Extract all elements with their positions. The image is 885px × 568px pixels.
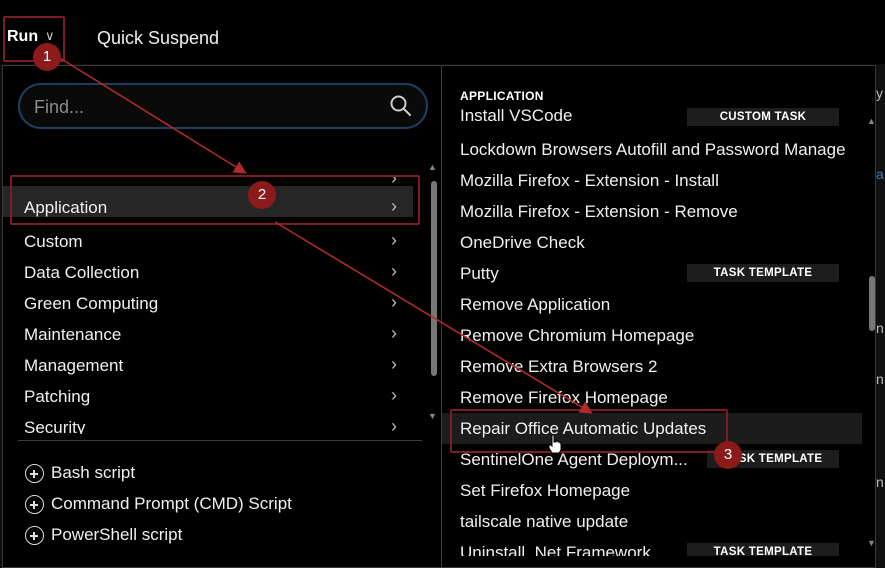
category-item-patching[interactable]: Patching › bbox=[3, 381, 413, 412]
category-item-management[interactable]: Management › bbox=[3, 350, 413, 381]
plus-circle-icon bbox=[25, 526, 44, 545]
hand-cursor-icon bbox=[548, 434, 562, 454]
background-text: y bbox=[876, 85, 883, 101]
task-label: Install VSCode bbox=[460, 106, 573, 125]
task-item[interactable]: Set Firefox Homepage bbox=[442, 475, 862, 506]
task-label: Remove Firefox Homepage bbox=[460, 388, 668, 407]
background-text: n bbox=[876, 320, 884, 336]
task-badge: CUSTOM TASK bbox=[687, 108, 839, 126]
annotation-marker: 1 bbox=[33, 43, 61, 71]
category-label: Custom bbox=[24, 232, 83, 251]
divider bbox=[18, 440, 422, 441]
run-dropdown-panel: › Application › Custom › Data Collection… bbox=[2, 65, 876, 568]
add-bash-script-button[interactable]: Bash script bbox=[25, 462, 425, 490]
category-label: Maintenance bbox=[24, 325, 122, 344]
background-text: a bbox=[876, 166, 884, 182]
add-cmd-script-button[interactable]: Command Prompt (CMD) Script bbox=[25, 493, 425, 521]
scroll-up-icon[interactable]: ▲ bbox=[428, 162, 437, 172]
task-label: Remove Extra Browsers 2 bbox=[460, 357, 658, 376]
chevron-down-icon: ∨ bbox=[45, 28, 55, 43]
search-icon[interactable] bbox=[388, 93, 414, 119]
annotation-marker: 3 bbox=[714, 441, 742, 469]
task-item[interactable]: Remove Application bbox=[442, 289, 862, 320]
task-label: tailscale native update bbox=[460, 512, 629, 531]
quick-suspend-button[interactable]: Quick Suspend bbox=[97, 28, 219, 49]
task-label: SentinelOne Agent Deploym... bbox=[460, 450, 688, 469]
run-button-label: Run bbox=[7, 28, 39, 45]
category-pane: › Application › Custom › Data Collection… bbox=[3, 66, 441, 567]
search-box[interactable] bbox=[18, 83, 428, 129]
chevron-right-icon: › bbox=[391, 292, 397, 312]
task-scrollbar-thumb[interactable] bbox=[869, 276, 875, 331]
task-item[interactable]: Remove Extra Browsers 2 bbox=[442, 351, 862, 382]
task-badge: TASK TEMPLATE bbox=[687, 543, 839, 556]
category-label: Management bbox=[24, 356, 124, 375]
background-text: n bbox=[876, 371, 884, 387]
task-label: Mozilla Firefox - Extension - Remove bbox=[460, 202, 738, 221]
chevron-right-icon: › bbox=[391, 230, 397, 250]
task-label: OneDrive Check bbox=[460, 233, 585, 252]
task-label: Mozilla Firefox - Extension - Install bbox=[460, 171, 719, 190]
category-item-maintenance[interactable]: Maintenance › bbox=[3, 319, 413, 350]
category-label: Security bbox=[24, 418, 86, 434]
task-label: Uninstall .Net Framework bbox=[460, 543, 651, 556]
task-list: Install VSCode CUSTOM TASK Lockdown Brow… bbox=[442, 106, 862, 556]
task-item[interactable]: tailscale native update bbox=[442, 506, 862, 537]
task-item[interactable]: Mozilla Firefox - Extension - Install bbox=[442, 165, 862, 196]
task-label: Lockdown Browsers Autofill and Password … bbox=[460, 140, 846, 159]
plus-circle-icon bbox=[25, 464, 44, 483]
category-label: Patching bbox=[24, 387, 91, 406]
task-label: Remove Application bbox=[460, 295, 611, 314]
task-item[interactable]: Mozilla Firefox - Extension - Remove bbox=[442, 196, 862, 227]
task-label: Set Firefox Homepage bbox=[460, 481, 631, 500]
task-badge: TASK TEMPLATE bbox=[687, 264, 839, 282]
chevron-right-icon: › bbox=[391, 323, 397, 343]
task-item[interactable]: Putty TASK TEMPLATE bbox=[442, 258, 862, 289]
chevron-right-icon: › bbox=[391, 354, 397, 374]
task-item[interactable]: OneDrive Check bbox=[442, 227, 862, 258]
task-item[interactable]: Lockdown Browsers Autofill and Password … bbox=[442, 134, 862, 165]
scroll-down-icon[interactable]: ▼ bbox=[428, 411, 437, 421]
annotation-highlight-category bbox=[10, 175, 420, 225]
chevron-right-icon: › bbox=[391, 261, 397, 281]
task-item[interactable]: Remove Chromium Homepage bbox=[442, 320, 862, 351]
annotation-highlight-task bbox=[450, 409, 728, 453]
task-item[interactable]: Uninstall .Net Framework TASK TEMPLATE bbox=[442, 537, 862, 556]
task-label: Remove Chromium Homepage bbox=[460, 326, 695, 345]
add-item-label: Command Prompt (CMD) Script bbox=[51, 494, 292, 513]
scroll-down-icon[interactable]: ▼ bbox=[867, 538, 875, 548]
background-text: n bbox=[876, 474, 884, 490]
chevron-right-icon: › bbox=[391, 416, 397, 434]
section-header: APPLICATION bbox=[460, 89, 544, 103]
category-item-data-collection[interactable]: Data Collection › bbox=[3, 257, 413, 288]
search-input[interactable] bbox=[34, 95, 374, 119]
add-item-label: Bash script bbox=[51, 463, 136, 482]
add-item-label: PowerShell script bbox=[51, 525, 183, 544]
add-powershell-script-button[interactable]: PowerShell script bbox=[25, 524, 425, 552]
category-label: Data Collection bbox=[24, 263, 140, 282]
scroll-up-icon[interactable]: ▲ bbox=[867, 116, 875, 126]
task-item[interactable]: Install VSCode CUSTOM TASK bbox=[442, 106, 862, 135]
category-item-green-computing[interactable]: Green Computing › bbox=[3, 288, 413, 319]
category-scrollbar-thumb[interactable] bbox=[431, 181, 437, 376]
category-label: Green Computing bbox=[24, 294, 159, 313]
top-bar: Run ∨ Quick Suspend bbox=[0, 0, 885, 64]
task-pane: APPLICATION Install VSCode CUSTOM TASK L… bbox=[442, 66, 875, 567]
task-label: Putty bbox=[460, 264, 499, 283]
plus-circle-icon bbox=[25, 495, 44, 514]
background-page-edge: y a n n n bbox=[876, 64, 885, 568]
category-item-security[interactable]: Security › bbox=[3, 412, 413, 434]
chevron-right-icon: › bbox=[391, 385, 397, 405]
annotation-marker: 2 bbox=[248, 181, 276, 209]
category-item-custom[interactable]: Custom › bbox=[3, 226, 413, 257]
